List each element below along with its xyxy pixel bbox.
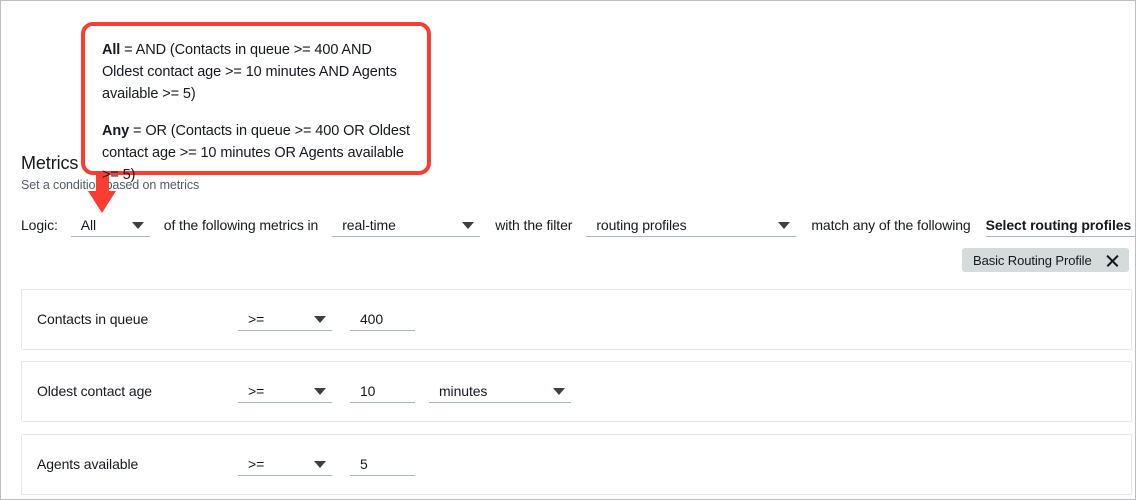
- metric-row: Oldest contact age >= 10 minutes: [21, 361, 1132, 422]
- select-routing-profiles-label: Select routing profiles: [986, 215, 1132, 235]
- select-routing-profiles-dropdown[interactable]: Select routing profiles: [986, 214, 1136, 237]
- interval-dropdown[interactable]: real-time: [332, 214, 480, 237]
- logic-dropdown[interactable]: All: [71, 214, 150, 237]
- callout-all-text: = AND (Contacts in queue >= 400 AND Olde…: [102, 42, 397, 102]
- metric-operator-dropdown[interactable]: >=: [238, 380, 332, 403]
- chevron-down-icon: [553, 388, 565, 395]
- chevron-down-icon: [462, 222, 474, 229]
- metric-unit-dropdown[interactable]: minutes: [429, 380, 571, 403]
- chevron-down-icon: [314, 316, 326, 323]
- metric-name-label: Agents available: [37, 456, 138, 472]
- routing-profile-chip[interactable]: Basic Routing Profile: [962, 248, 1129, 272]
- logic-dropdown-value: All: [81, 215, 96, 235]
- routing-profile-chip-label: Basic Routing Profile: [973, 253, 1092, 268]
- callout-any-text: = OR (Contacts in queue >= 400 OR Oldest…: [102, 123, 410, 183]
- filter-label: with the filter: [495, 214, 572, 236]
- metric-name-label: Oldest contact age: [37, 383, 152, 399]
- callout-all-line: All = AND (Contacts in queue >= 400 AND …: [102, 39, 411, 105]
- metric-operator-value: >=: [248, 454, 264, 474]
- metric-operator-value: >=: [248, 381, 264, 401]
- chevron-down-icon: [778, 222, 790, 229]
- chevron-down-icon: [314, 388, 326, 395]
- metric-unit-value: minutes: [439, 381, 487, 401]
- logic-configuration-row: Logic: All of the following metrics in r…: [21, 214, 1136, 240]
- metric-operator-dropdown[interactable]: >=: [238, 453, 332, 476]
- filter-type-dropdown-value: routing profiles: [596, 215, 686, 235]
- following-metrics-label: of the following metrics in: [164, 214, 318, 236]
- filter-type-dropdown[interactable]: routing profiles: [586, 214, 796, 237]
- interval-dropdown-value: real-time: [342, 215, 396, 235]
- metric-value-input[interactable]: 10: [350, 380, 415, 403]
- metric-value-input[interactable]: 400: [350, 308, 415, 331]
- chevron-down-icon: [132, 222, 144, 229]
- callout-any-term: Any: [102, 123, 129, 139]
- metric-row: Agents available >= 5: [21, 434, 1132, 495]
- callout-any-line: Any = OR (Contacts in queue >= 400 OR Ol…: [102, 120, 411, 186]
- metric-row: Contacts in queue >= 400: [21, 289, 1132, 350]
- metric-value-input[interactable]: 5: [350, 453, 415, 476]
- logic-label: Logic:: [21, 214, 58, 236]
- callout-all-term: All: [102, 42, 120, 58]
- annotation-callout: All = AND (Contacts in queue >= 400 AND …: [81, 22, 431, 175]
- metric-operator-value: >=: [248, 309, 264, 329]
- match-any-label: match any of the following: [811, 214, 970, 236]
- metrics-condition-screen: All = AND (Contacts in queue >= 400 AND …: [0, 0, 1136, 500]
- metric-name-label: Contacts in queue: [37, 311, 148, 327]
- metric-operator-dropdown[interactable]: >=: [238, 308, 332, 331]
- close-icon[interactable]: [1105, 253, 1120, 268]
- page-title: Metrics: [21, 153, 78, 174]
- chevron-down-icon: [314, 461, 326, 468]
- callout-arrow-head-icon: [88, 191, 116, 213]
